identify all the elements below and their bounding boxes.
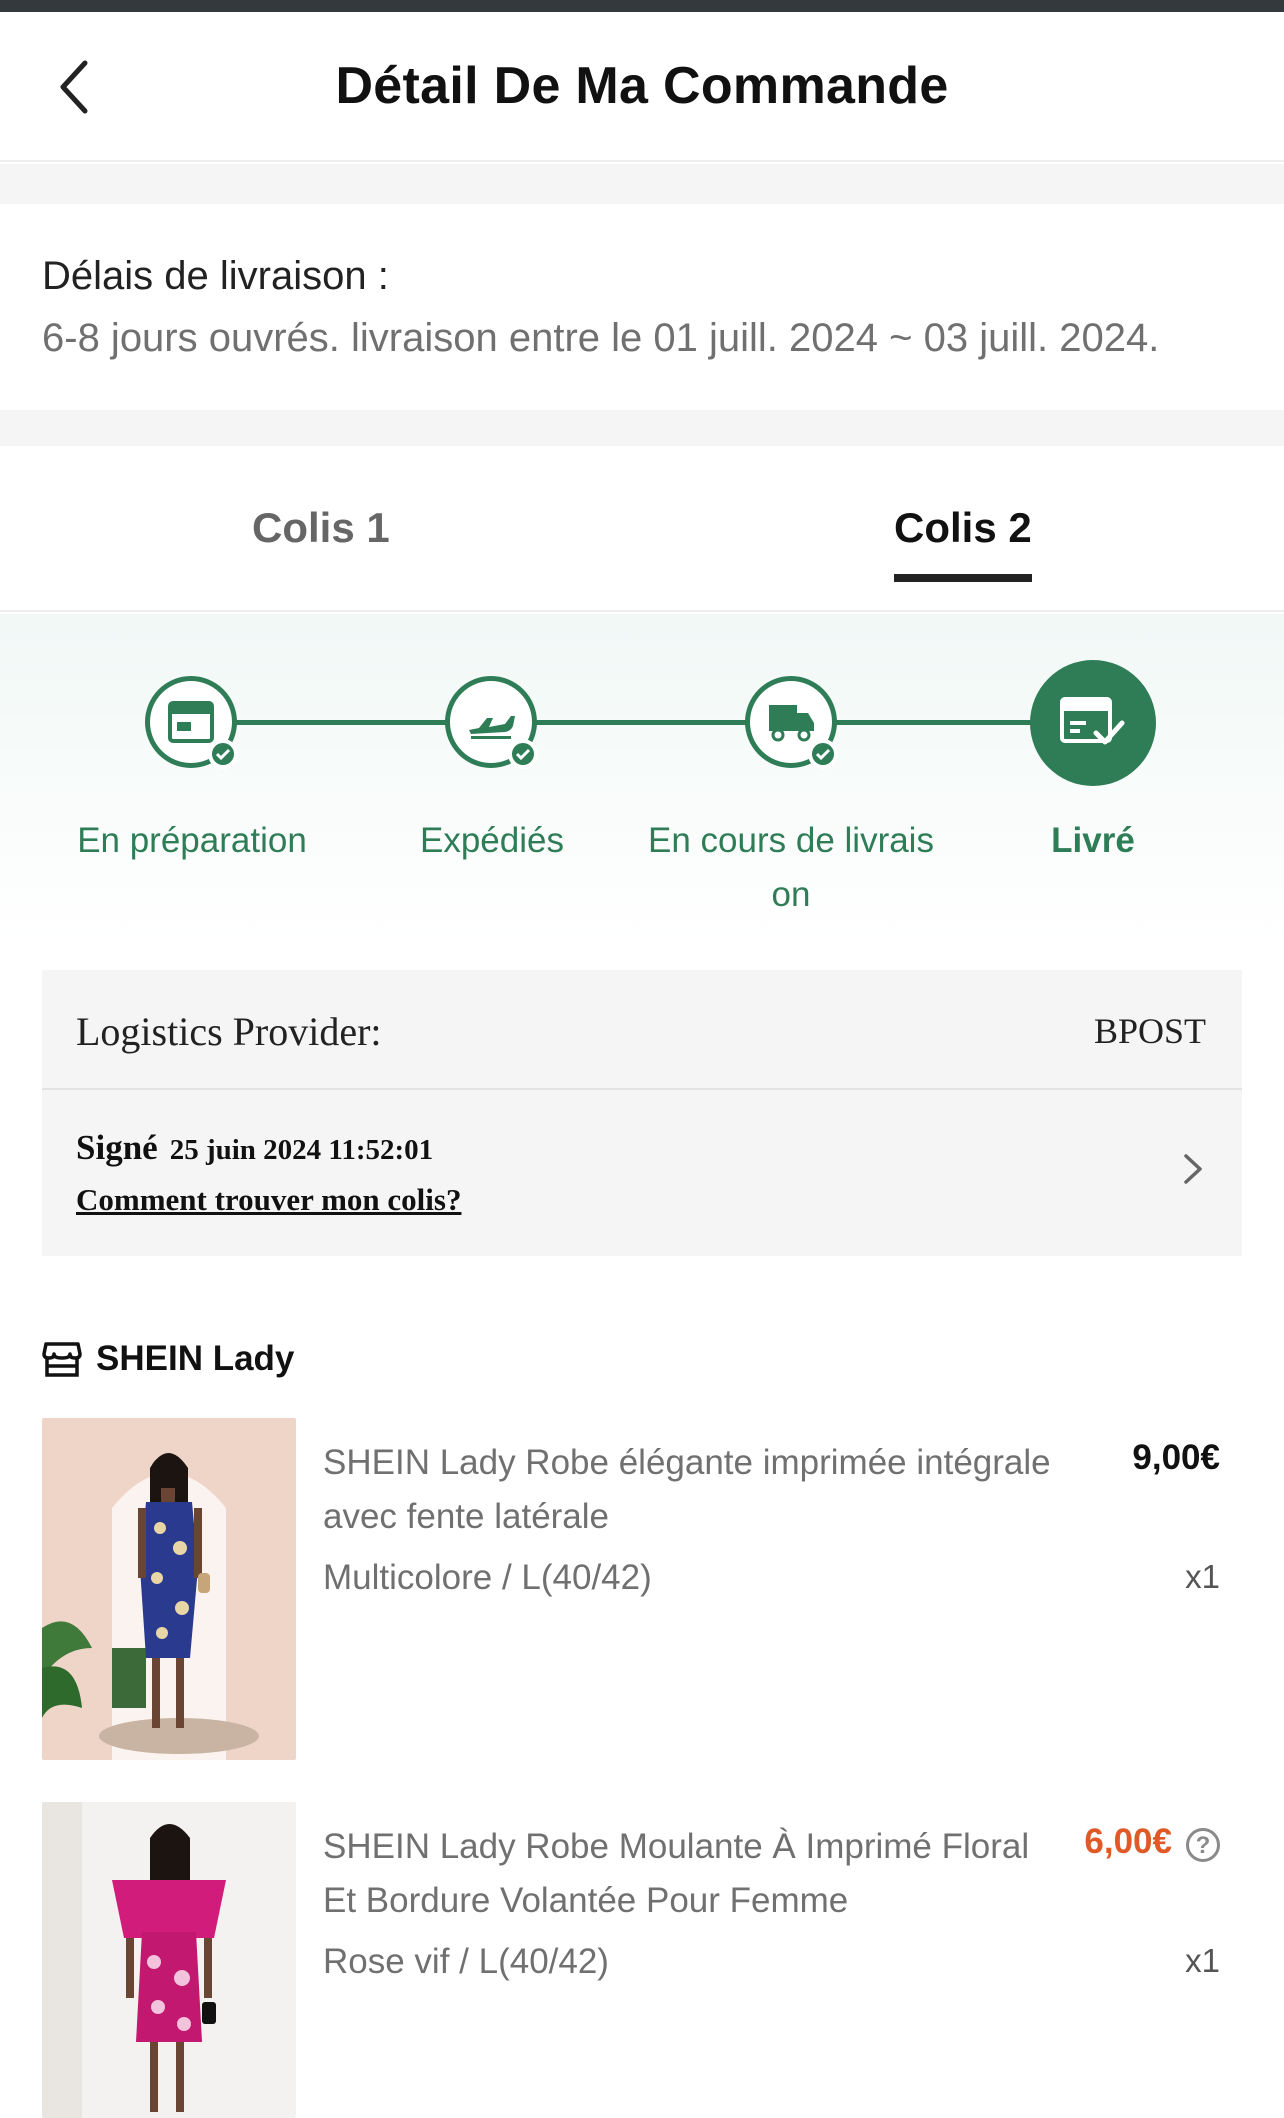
step-label-delivered: Livré [1051,821,1135,860]
step-label-in-delivery: En cours de livrais on [648,821,934,914]
product-title: SHEIN Lady Robe Moulante À Imprimé Flora… [323,1827,1030,1920]
store-name: SHEIN Lady [96,1339,295,1378]
step-preparation [145,676,238,769]
product-variant: Multicolore / L(40/42) [323,1558,652,1597]
store-icon [42,1342,82,1377]
status-bar-strip [0,0,1284,12]
step-label-preparation: En préparation [77,821,307,860]
progress-connector [832,720,1032,725]
section-gap [0,164,1284,204]
product-quantity: x1 [1185,1558,1220,1595]
product-variant: Rose vif / L(40/42) [323,1942,609,1981]
page-title: Détail De Ma Commande [335,57,949,115]
product-item[interactable]: SHEIN Lady Robe élégante imprimée intégr… [42,1418,1242,1760]
logistics-provider-label: Logistics Provider: [76,1009,382,1054]
logistics-panel: Logistics Provider: BPOST Signé 25 juin 2… [42,970,1242,1256]
tracking-details-button[interactable] [1182,1152,1204,1191]
store-header[interactable]: SHEIN Lady [42,1334,294,1384]
package-icon [168,701,214,743]
delivery-text: 6-8 jours ouvrés. livraison entre le 01 … [42,316,1160,360]
progress-connector [532,720,750,725]
product-price: 6,00€ [1084,1822,1172,1861]
delivery-label: Délais de livraison : [42,254,389,298]
package-tabs: Colis 1 Colis 2 [0,446,1284,612]
question-circle-icon[interactable]: ? [1186,1828,1220,1862]
truck-icon [769,705,814,742]
progress-connector [232,720,450,725]
product-image[interactable] [42,1802,296,2118]
product-image[interactable] [42,1418,296,1760]
tab-colis-2[interactable]: Colis 2 [894,504,1032,552]
step-label-shipped: Expédiés [420,821,564,860]
section-gap [0,410,1284,446]
logistics-provider-row: Logistics Provider: BPOST [42,970,1242,1090]
product-price: 9,00€ [1132,1438,1220,1477]
delivery-info: Délais de livraison : 6-8 jours ouvrés. … [0,204,1284,410]
box-check-icon [1060,697,1125,745]
active-tab-indicator [894,574,1032,582]
step-delivered [1030,660,1156,786]
check-icon [208,739,238,769]
chevron-right-icon [1184,1154,1202,1184]
check-icon [808,739,838,769]
step-in-delivery [745,676,838,769]
product-title: SHEIN Lady Robe élégante imprimée intégr… [323,1443,1051,1536]
header: Détail De Ma Commande [0,12,1284,162]
product-quantity: x1 [1185,1942,1220,1979]
tracking-status-datetime: 25 juin 2024 11:52:01 [169,1134,434,1166]
tracking-status-label: Signé [76,1128,158,1167]
airplane-icon [469,716,515,739]
tracking-status: Signé 25 juin 2024 11:52:01 [76,1128,433,1168]
logistics-provider-value: BPOST [1093,1011,1206,1051]
tab-colis-1[interactable]: Colis 1 [252,504,390,552]
find-package-link[interactable]: Comment trouver mon colis? [76,1182,461,1218]
product-item[interactable]: SHEIN Lady Robe Moulante À Imprimé Flora… [42,1802,1242,2118]
step-shipped [445,676,538,769]
shipping-progress: En préparation Expédiés En cours de livr… [0,614,1284,944]
check-icon [508,739,538,769]
